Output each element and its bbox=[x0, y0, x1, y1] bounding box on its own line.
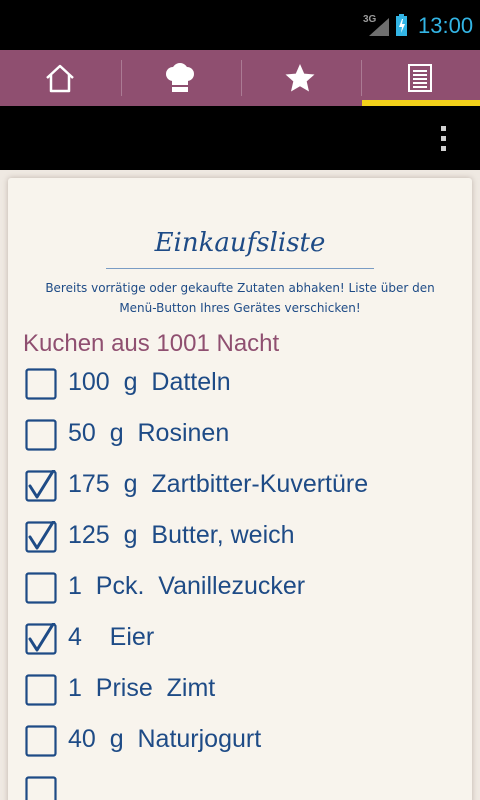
checkbox[interactable] bbox=[25, 470, 57, 502]
ingredient-item-partial[interactable] bbox=[25, 770, 465, 800]
checkbox[interactable] bbox=[25, 776, 57, 800]
content-area: Einkaufsliste Bereits vorrätige oder gek… bbox=[0, 170, 480, 800]
page-title: Einkaufsliste bbox=[154, 228, 326, 258]
ingredient-item[interactable]: 50 g Rosinen bbox=[25, 413, 465, 457]
checkbox[interactable] bbox=[25, 572, 57, 604]
ingredient-text: 40 g Naturjogurt bbox=[68, 725, 262, 753]
ingredient-item[interactable]: 125 g Butter, weich bbox=[25, 515, 465, 559]
action-bar bbox=[0, 106, 480, 170]
ingredient-text: 50 g Rosinen bbox=[68, 419, 230, 447]
chef-hat-icon bbox=[166, 63, 194, 92]
status-bar: 3G 13:00 bbox=[0, 0, 480, 50]
checkbox[interactable] bbox=[25, 368, 57, 400]
ingredient-text: 4 Eier bbox=[68, 623, 155, 651]
ingredient-item[interactable]: 40 g Naturjogurt bbox=[25, 719, 465, 763]
home-icon bbox=[46, 64, 74, 93]
ingredient-item[interactable]: 1 Prise Zimt bbox=[25, 668, 465, 712]
signal-icon bbox=[369, 18, 389, 36]
ingredient-item[interactable]: 4 Eier bbox=[25, 617, 465, 661]
ingredient-text: 175 g Zartbitter-Kuvertüre bbox=[68, 470, 369, 498]
tab-recipes[interactable] bbox=[120, 50, 240, 106]
tab-shopping-list[interactable] bbox=[360, 50, 480, 106]
list-icon bbox=[408, 64, 432, 92]
ingredient-text: 1 Pck. Vanillezucker bbox=[68, 572, 306, 600]
tab-home[interactable] bbox=[0, 50, 120, 106]
checkbox[interactable] bbox=[25, 623, 57, 655]
checkbox[interactable] bbox=[25, 419, 57, 451]
title-underline bbox=[106, 268, 374, 269]
shopping-list-paper: Einkaufsliste Bereits vorrätige oder gek… bbox=[8, 178, 472, 800]
ingredient-item[interactable]: 100 g Datteln bbox=[25, 362, 465, 406]
ingredient-item[interactable]: 1 Pck. Vanillezucker bbox=[25, 566, 465, 610]
tab-bar bbox=[0, 50, 480, 106]
instructions-line-2: Menü-Button Ihres Gerätes verschicken! bbox=[119, 301, 361, 315]
ingredient-item[interactable]: 175 g Zartbitter-Kuvertüre bbox=[25, 464, 465, 508]
overflow-menu-icon[interactable] bbox=[430, 120, 456, 156]
tab-favorites[interactable] bbox=[240, 50, 360, 106]
checkbox[interactable] bbox=[25, 521, 57, 553]
instructions-line-1: Bereits vorrätige oder gekaufte Zutaten … bbox=[45, 281, 435, 295]
checkbox[interactable] bbox=[25, 674, 57, 706]
checkbox[interactable] bbox=[25, 725, 57, 757]
star-icon bbox=[285, 64, 315, 92]
battery-charging-icon bbox=[396, 14, 407, 36]
clock: 13:00 bbox=[418, 13, 474, 38]
instructions-text: Bereits vorrätige oder gekaufte Zutaten … bbox=[28, 278, 452, 318]
ingredient-text: 100 g Datteln bbox=[68, 368, 231, 396]
recipe-name: Kuchen aus 1001 Nacht bbox=[23, 330, 280, 357]
ingredient-text: 125 g Butter, weich bbox=[68, 521, 295, 549]
ingredient-text: 1 Prise Zimt bbox=[68, 674, 216, 702]
